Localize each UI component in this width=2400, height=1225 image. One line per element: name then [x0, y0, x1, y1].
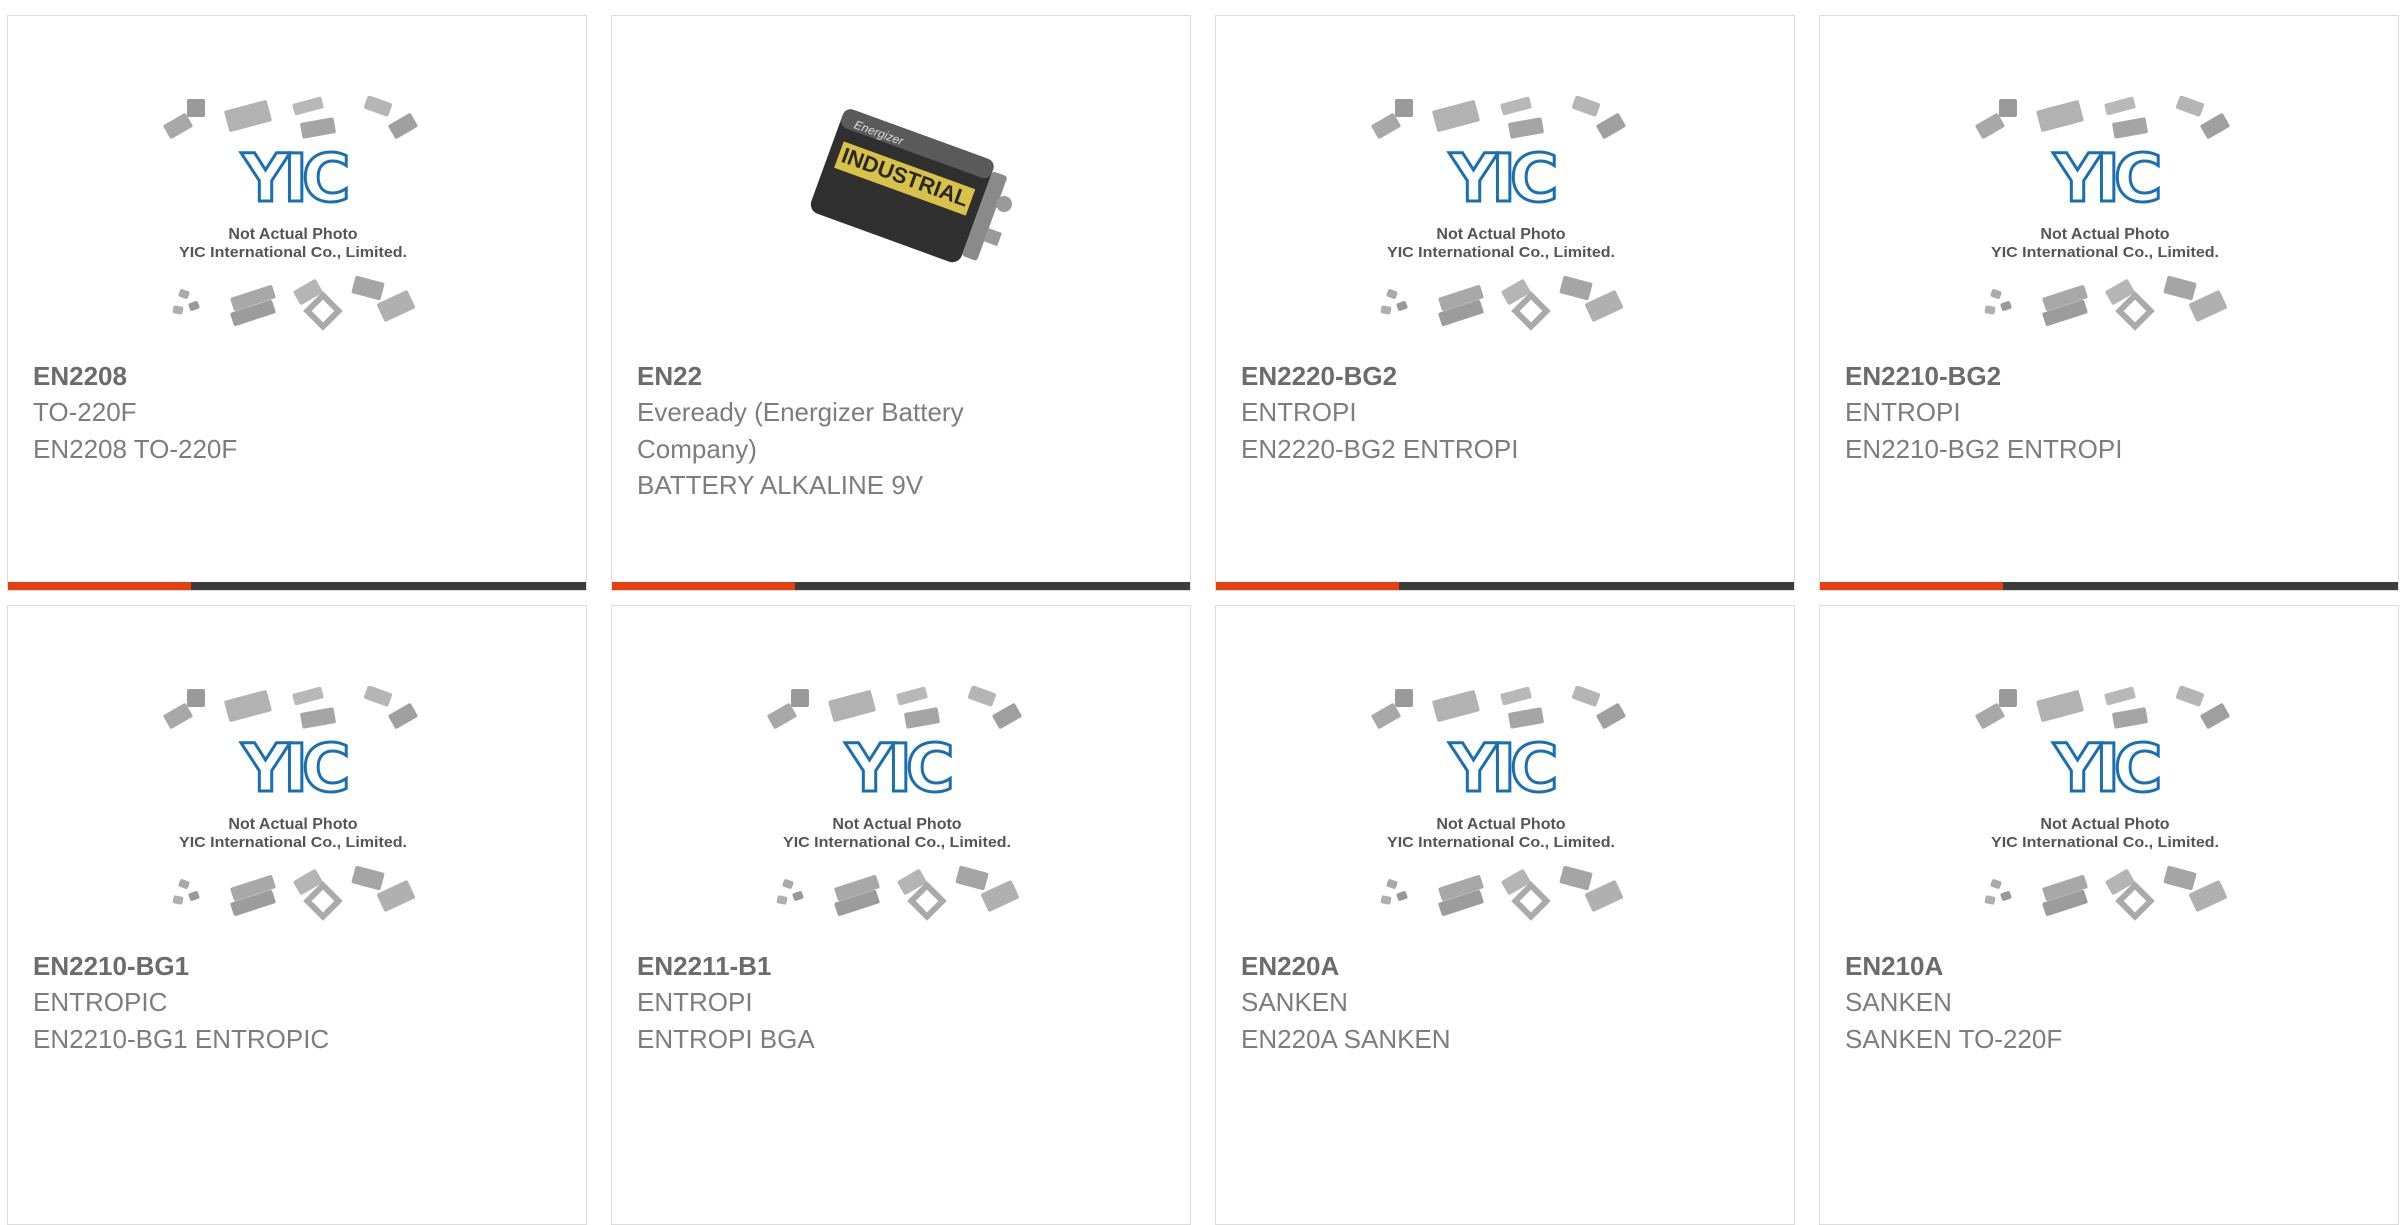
product-description: TO-220F EN2208 TO-220F [33, 394, 433, 467]
placeholder-image: YIC Not Actual PhotoYIC International Co.… [1975, 686, 2230, 921]
product-image: YIC Not Actual Photo YIC International Co.… [612, 686, 1190, 956]
card-progress-bar [612, 582, 1190, 590]
company-text: YIC International Co., Limited. [179, 834, 407, 851]
product-image: YIC Not Actual Photo YIC International Co.… [1820, 96, 2398, 366]
product-title[interactable]: EN2210-BG1 [33, 948, 189, 984]
product-title[interactable]: EN210A [1845, 948, 1943, 984]
product-image: YIC Not Actual Photo YIC International Co.… [1216, 96, 1794, 366]
product-manufacturer: ENTROPI [1845, 397, 1961, 427]
product-description: ENTROPI EN2210-BG2 ENTROPI [1845, 394, 2245, 467]
product-detail: EN2208 TO-220F [33, 433, 238, 464]
product-detail: BATTERY ALKALINE 9V [637, 470, 924, 500]
product-card[interactable]: YIC Not Actual Photo YIC International Co.… [1819, 605, 2399, 1225]
product-grid: YIC Not Actual Photo YIC International Co.… [0, 0, 2400, 1225]
card-progress-accent [612, 582, 795, 590]
product-detail: EN2210-BG1 ENTROPIC [33, 1023, 330, 1054]
yic-logo: YIC [241, 140, 347, 217]
product-title[interactable]: EN2220-BG2 [1241, 358, 1397, 394]
not-actual-photo-text: Not Actual Photo [832, 816, 961, 833]
company-text: YIC International Co., Limited. [1991, 244, 2219, 261]
placeholder-image: YIC Not Actual PhotoYIC International Co.… [767, 686, 1022, 921]
yic-logo: YIC [1449, 730, 1555, 807]
product-manufacturer: SANKEN [1845, 987, 1952, 1017]
yic-logo: YIC [241, 730, 347, 807]
product-detail: EN2220-BG2 ENTROPI [1241, 433, 1519, 464]
placeholder-image: YIC Not Actual PhotoYIC International Co.… [163, 686, 418, 921]
company-text: YIC International Co., Limited. [783, 834, 1011, 851]
company-text: YIC International Co., Limited. [1991, 834, 2219, 851]
placeholder-image: YIC Not Actual PhotoYIC International Co.… [1371, 96, 1626, 331]
product-description: ENTROPI EN2220-BG2 ENTROPI [1241, 394, 1641, 467]
company-text: YIC International Co., Limited. [1387, 244, 1615, 261]
product-card[interactable]: YIC Not Actual Photo YIC International Co.… [7, 605, 587, 1225]
card-progress-bar [1216, 582, 1794, 590]
yic-logo: YIC [845, 730, 951, 807]
product-title[interactable]: EN2210-BG2 [1845, 358, 2001, 394]
product-image: YIC Not Actual Photo YIC International Co.… [1820, 686, 2398, 956]
card-progress-bar [1820, 582, 2398, 590]
product-manufacturer: TO-220F [33, 397, 137, 427]
not-actual-photo-text: Not Actual Photo [2040, 226, 2169, 243]
product-image: YIC Not Actual Photo YIC International Co.… [1216, 686, 1794, 956]
not-actual-photo-text: Not Actual Photo [228, 226, 357, 243]
product-image: INDUSTRIAL Energizer [612, 96, 1190, 366]
company-text: YIC International Co., Limited. [1387, 834, 1615, 851]
product-card[interactable]: YIC Not Actual Photo YIC International Co.… [1215, 605, 1795, 1225]
product-title[interactable]: EN220A [1241, 948, 1339, 984]
not-actual-photo-text: Not Actual Photo [2040, 816, 2169, 833]
placeholder-image: YIC Not Actual PhotoYIC International Co.… [1371, 686, 1626, 921]
product-title[interactable]: EN2208 [33, 358, 127, 394]
product-description: Eveready (Energizer Battery Company) BAT… [637, 394, 1037, 504]
product-image: YIC Not Actual Photo YIC International Co.… [8, 96, 586, 366]
product-description: ENTROPIC EN2210-BG1 ENTROPIC [33, 984, 433, 1057]
product-detail: EN220A SANKEN [1241, 1023, 1451, 1054]
product-manufacturer-cont: Company) [637, 433, 757, 464]
product-card[interactable]: YIC Not Actual Photo YIC International Co.… [1215, 15, 1795, 591]
company-text: YIC International Co., Limited. [179, 244, 407, 261]
product-title[interactable]: EN22 [637, 358, 702, 394]
card-progress-accent [1820, 582, 2003, 590]
product-description: ENTROPI ENTROPI BGA [637, 984, 1037, 1057]
card-progress-accent [8, 582, 191, 590]
product-description: SANKEN SANKEN TO-220F [1845, 984, 2245, 1057]
product-manufacturer: Eveready (Energizer Battery [637, 397, 964, 427]
yic-logo: YIC [2053, 730, 2159, 807]
product-title[interactable]: EN2211-B1 [637, 948, 771, 984]
product-detail: SANKEN TO-220F [1845, 1023, 2063, 1054]
product-manufacturer: ENTROPI [637, 987, 753, 1017]
product-card[interactable]: INDUSTRIAL Energizer EN22 Eveready (Energ… [611, 15, 1191, 591]
product-image: YIC Not Actual Photo YIC International Co.… [8, 686, 586, 956]
battery-image: INDUSTRIALEnergizer [762, 96, 1042, 336]
product-detail: ENTROPI BGA [637, 1023, 815, 1054]
not-actual-photo-text: Not Actual Photo [1436, 226, 1565, 243]
not-actual-photo-text: Not Actual Photo [1436, 816, 1565, 833]
product-description: SANKEN EN220A SANKEN [1241, 984, 1641, 1057]
yic-logo: YIC [1449, 140, 1555, 217]
card-progress-accent [1216, 582, 1399, 590]
product-detail: EN2210-BG2 ENTROPI [1845, 433, 2123, 464]
product-manufacturer: ENTROPIC [33, 987, 168, 1017]
not-actual-photo-text: Not Actual Photo [228, 816, 357, 833]
product-card[interactable]: YIC Not Actual Photo YIC International Co.… [7, 15, 587, 591]
placeholder-image: YIC Not Actual PhotoYIC International Co.… [1975, 96, 2230, 331]
card-progress-bar [8, 582, 586, 590]
product-card[interactable]: YIC Not Actual Photo YIC International Co.… [1819, 15, 2399, 591]
product-manufacturer: SANKEN [1241, 987, 1348, 1017]
placeholder-image: YIC Not Actual PhotoYIC International Co.… [163, 96, 418, 331]
product-manufacturer: ENTROPI [1241, 397, 1357, 427]
yic-logo: YIC [2053, 140, 2159, 217]
product-card[interactable]: YIC Not Actual Photo YIC International Co.… [611, 605, 1191, 1225]
